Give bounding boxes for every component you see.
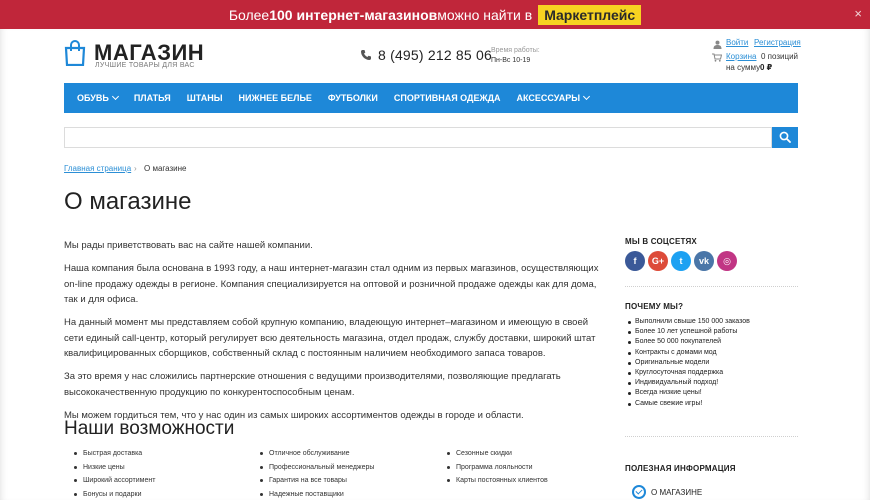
list-item: Надежные поставщики [258, 488, 374, 500]
paragraph: Мы рады приветствовать вас на сайте наше… [64, 240, 313, 251]
logo-subtitle: ЛУЧШИЕ ТОВАРЫ ДЛЯ ВАС [95, 62, 195, 69]
promo-text-suffix: можно найти в [437, 6, 533, 23]
search-icon [779, 131, 791, 143]
search-input[interactable] [64, 127, 772, 148]
paragraph: На данный момент мы представляем собой к… [64, 317, 596, 359]
promo-banner[interactable]: Более 100 интернет-магазинов можно найти… [0, 0, 870, 29]
list-item: Более 10 лет успешной работы [625, 327, 750, 337]
list-item: Профессиональный менеджеры [258, 461, 374, 475]
list-item: Самые свежие игры! [625, 399, 750, 409]
list-item: Контракты с домами мод [625, 348, 750, 358]
paragraph: За это время у нас сложились партнерские… [64, 371, 561, 398]
vk-icon[interactable]: vk [694, 251, 714, 271]
nav-label: ПЛАТЬЯ [133, 93, 171, 103]
nav-item-underwear[interactable]: НИЖНЕЕ БЕЛЬЕ [239, 93, 312, 103]
list-item: Индивидуальный подход! [625, 378, 750, 388]
nav-label: НИЖНЕЕ БЕЛЬЕ [238, 93, 312, 103]
list-item: Бонусы и подарки [72, 488, 155, 500]
info-title: ПОЛЕЗНАЯ ИНФОРМАЦИЯ [625, 464, 736, 473]
check-circle-icon [632, 485, 646, 499]
features-list-1: Быстрая доставка Низкие цены Широкий асс… [72, 447, 155, 500]
list-item: Круглосуточная поддержка [625, 368, 750, 378]
facebook-icon[interactable]: f [625, 251, 645, 271]
cart-icon [712, 53, 722, 62]
list-item: Сезонные скидки [445, 447, 548, 461]
list-item: Низкие цены [72, 461, 155, 475]
phone-icon [361, 50, 371, 60]
paragraph: Наша компания была основана в 1993 году,… [64, 263, 599, 305]
nav-item-accessories[interactable]: АКСЕССУАРЫ [516, 92, 591, 103]
nav-item-sportswear[interactable]: СПОРТИВНАЯ ОДЕЖДА [394, 93, 501, 103]
divider [625, 436, 798, 437]
promo-text-prefix: Более [228, 6, 270, 23]
nav-item-pants[interactable]: ШТАНЫ [187, 93, 223, 103]
hours-label: Время работы: [491, 47, 540, 54]
list-item: Быстрая доставка [72, 447, 155, 461]
instagram-icon[interactable]: ◎ [717, 251, 737, 271]
list-item: Программа лояльности [445, 461, 548, 475]
chevron-down-icon [111, 92, 119, 101]
login-link[interactable]: Войти [726, 38, 748, 47]
phone-number[interactable]: 8 (495) 212 85 06 [378, 47, 492, 63]
cart-sum-value: 0 ₽ [760, 63, 773, 72]
main-nav: ОБУВЬ ПЛАТЬЯ ШТАНЫ НИЖНЕЕ БЕЛЬЕ ФУТБОЛКИ… [64, 83, 798, 113]
nav-label: ОБУВЬ [77, 93, 109, 103]
why-list: Выполнили свыше 150 000 заказов Более 10… [625, 317, 750, 409]
social-title: МЫ В СОЦСЕТЯХ [625, 237, 697, 246]
list-item: Отличное обслуживание [258, 447, 374, 461]
marketplace-badge[interactable]: Маркетплейс [538, 4, 642, 25]
info-about-label: О МАГАЗИНЕ [651, 487, 703, 497]
twitter-icon[interactable]: t [671, 251, 691, 271]
info-about-link[interactable]: О МАГАЗИНЕ [632, 485, 702, 499]
nav-label: СПОРТИВНАЯ ОДЕЖДА [393, 93, 501, 103]
close-icon[interactable]: × [854, 6, 862, 21]
nav-item-shoes[interactable]: ОБУВЬ [77, 92, 119, 103]
nav-item-dresses[interactable]: ПЛАТЬЯ [134, 93, 171, 103]
list-item: Выполнили свыше 150 000 заказов [625, 317, 750, 327]
divider [625, 286, 798, 287]
list-item: Всегда низкие цены! [625, 388, 750, 398]
register-link[interactable]: Регистрация [754, 38, 801, 47]
list-item: Более 50 000 покупателей [625, 337, 750, 347]
cart-link[interactable]: Корзина [726, 52, 756, 61]
nav-label: ФУТБОЛКИ [327, 93, 378, 103]
user-icon [713, 40, 722, 49]
nav-label: АКСЕССУАРЫ [516, 93, 581, 103]
cart-count: 0 позиций [761, 52, 799, 61]
list-item: Оригинальные модели [625, 358, 750, 368]
search-button[interactable] [772, 127, 798, 148]
breadcrumb-separator: › [134, 164, 137, 173]
about-content: Мы рады приветствовать вас на сайте наше… [64, 238, 600, 431]
features-list-3: Сезонные скидки Программа лояльности Кар… [445, 447, 548, 488]
shopping-bag-icon [64, 40, 86, 66]
google-plus-icon[interactable]: G+ [648, 251, 668, 271]
nav-item-tshirts[interactable]: ФУТБОЛКИ [328, 93, 378, 103]
cart-sum-label: на сумму [726, 63, 761, 72]
social-links: f G+ t vk ◎ [625, 251, 740, 271]
promo-text-bold: 100 интернет-магазинов [269, 6, 438, 23]
features-list-2: Отличное обслуживание Профессиональный м… [258, 447, 374, 500]
why-title: ПОЧЕМУ МЫ? [625, 302, 684, 311]
features-title: Наши возможности [64, 418, 235, 439]
chevron-down-icon [582, 92, 591, 101]
breadcrumb-home[interactable]: Главная страница [64, 164, 131, 173]
nav-label: ШТАНЫ [186, 93, 223, 103]
hours-value: Пн-Вс 10-19 [491, 57, 531, 64]
list-item: Карты постоянных клиентов [445, 474, 548, 488]
list-item: Гарантия на все товары [258, 474, 374, 488]
list-item: Широкий ассортимент [72, 474, 155, 488]
page-title: О магазине [64, 188, 192, 215]
breadcrumb-current: О магазине [144, 164, 187, 173]
